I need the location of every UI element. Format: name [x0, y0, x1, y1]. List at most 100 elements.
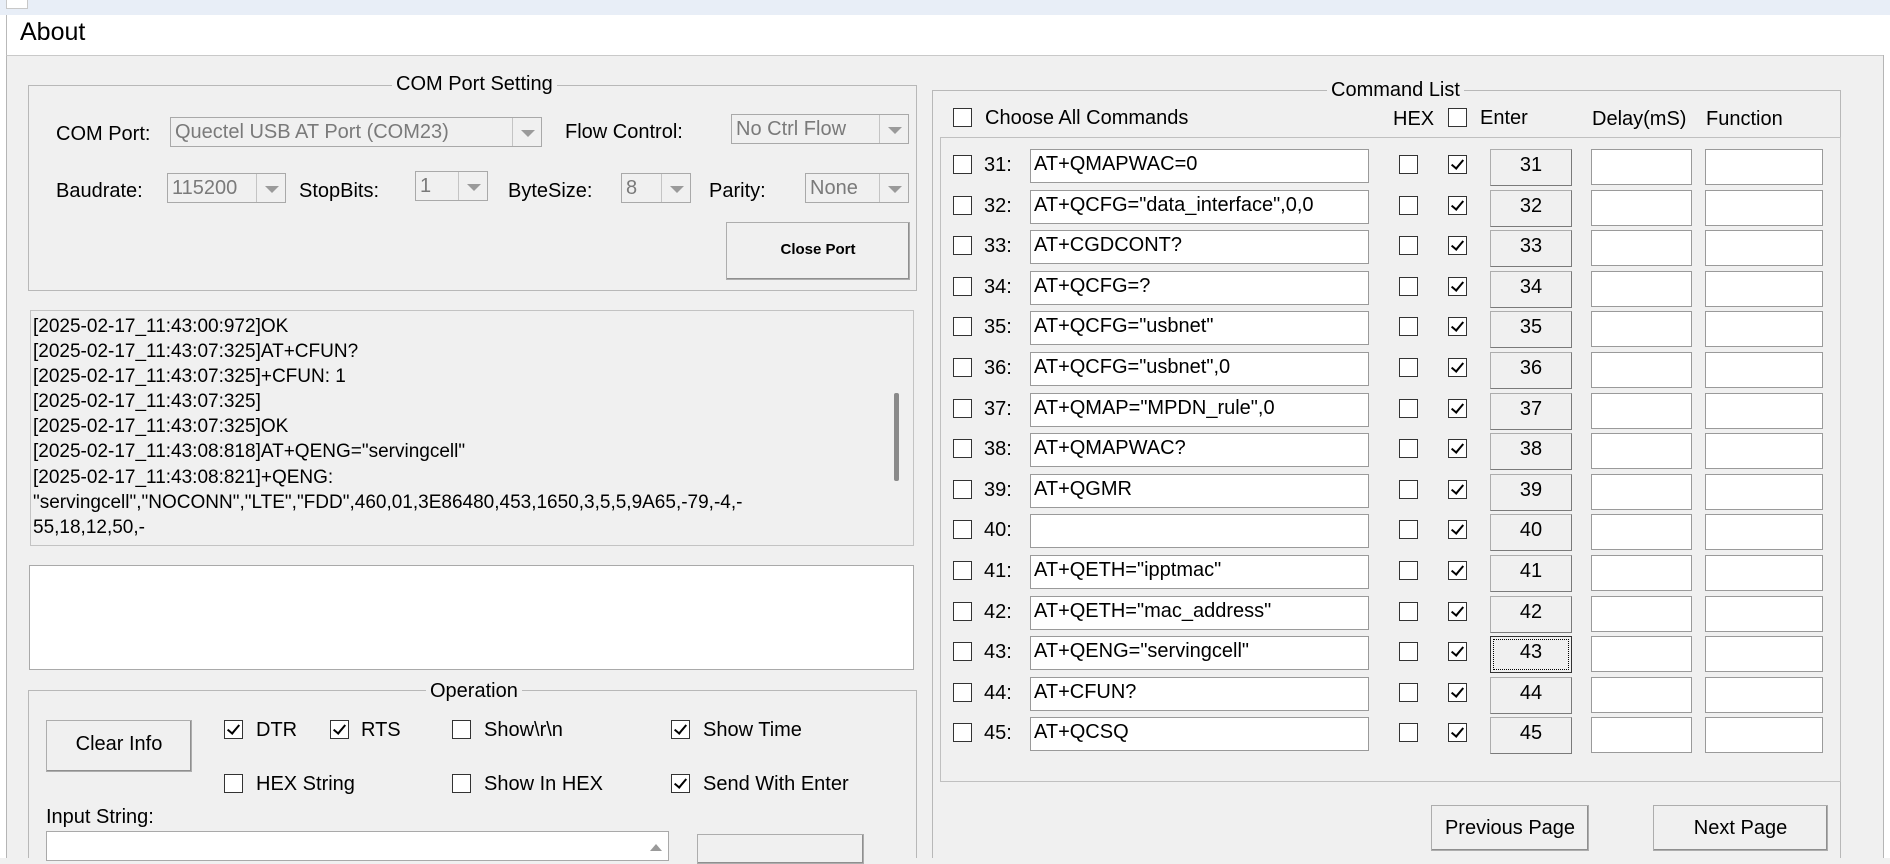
log-scrollbar[interactable]: [879, 311, 913, 545]
enter-checkbox[interactable]: [1448, 155, 1467, 174]
close-port-button[interactable]: Close Port: [726, 222, 910, 280]
function-input[interactable]: [1705, 190, 1823, 226]
command-select-checkbox[interactable]: [953, 155, 972, 174]
command-input[interactable]: AT+QCFG="usbnet": [1030, 311, 1369, 345]
hex-checkbox[interactable]: [1399, 602, 1418, 621]
delay-input[interactable]: [1591, 352, 1692, 388]
hex-checkbox[interactable]: [1399, 439, 1418, 458]
com-port-select[interactable]: Quectel USB AT Port (COM23): [170, 117, 542, 147]
command-select-checkbox[interactable]: [953, 236, 972, 255]
command-input[interactable]: AT+QMAPWAC=0: [1030, 149, 1369, 183]
chevron-down-icon[interactable]: [661, 174, 690, 202]
send-command-button[interactable]: 34: [1490, 271, 1572, 308]
chevron-down-icon[interactable]: [458, 172, 487, 200]
baudrate-select[interactable]: 115200: [167, 173, 286, 203]
hex-checkbox[interactable]: [1399, 155, 1418, 174]
enter-checkbox[interactable]: [1448, 317, 1467, 336]
command-select-checkbox[interactable]: [953, 723, 972, 742]
hex-checkbox[interactable]: [1399, 196, 1418, 215]
function-input[interactable]: [1705, 514, 1823, 550]
chevron-down-icon[interactable]: [256, 174, 285, 202]
input-string-field[interactable]: [46, 831, 669, 861]
hex-checkbox[interactable]: [1399, 683, 1418, 702]
choose-all-checkbox[interactable]: [953, 108, 972, 127]
command-select-checkbox[interactable]: [953, 358, 972, 377]
command-select-checkbox[interactable]: [953, 602, 972, 621]
delay-input[interactable]: [1591, 393, 1692, 429]
parity-select[interactable]: None: [805, 173, 909, 203]
command-select-checkbox[interactable]: [953, 399, 972, 418]
command-select-checkbox[interactable]: [953, 317, 972, 336]
command-input[interactable]: AT+QENG="servingcell": [1030, 636, 1369, 670]
enter-checkbox[interactable]: [1448, 561, 1467, 580]
log-scrollbar-thumb[interactable]: [894, 393, 899, 481]
enter-checkbox[interactable]: [1448, 399, 1467, 418]
delay-input[interactable]: [1591, 514, 1692, 550]
next-page-button[interactable]: Next Page: [1653, 805, 1828, 851]
command-select-checkbox[interactable]: [953, 277, 972, 296]
function-input[interactable]: [1705, 677, 1823, 713]
function-input[interactable]: [1705, 555, 1823, 591]
send-command-button[interactable]: 40: [1490, 514, 1572, 551]
command-input[interactable]: AT+QETH="ipptmac": [1030, 555, 1369, 589]
enter-checkbox[interactable]: [1448, 277, 1467, 296]
flow-control-select[interactable]: No Ctrl Flow: [731, 114, 909, 144]
log-output[interactable]: [2025-02-17_11:43:00:972]OK [2025-02-17_…: [30, 310, 914, 546]
send-command-button[interactable]: 31: [1490, 149, 1572, 186]
delay-input[interactable]: [1591, 677, 1692, 713]
hex-checkbox[interactable]: [1399, 358, 1418, 377]
delay-input[interactable]: [1591, 271, 1692, 307]
hex-checkbox[interactable]: [1399, 236, 1418, 255]
function-input[interactable]: [1705, 474, 1823, 510]
enter-checkbox[interactable]: [1448, 602, 1467, 621]
command-select-checkbox[interactable]: [953, 561, 972, 580]
function-input[interactable]: [1705, 149, 1823, 185]
function-input[interactable]: [1705, 596, 1823, 632]
hex-checkbox[interactable]: [1399, 277, 1418, 296]
show-in-hex-checkbox[interactable]: [452, 774, 471, 793]
command-input[interactable]: AT+QETH="mac_address": [1030, 596, 1369, 630]
hex-checkbox[interactable]: [1399, 723, 1418, 742]
command-input[interactable]: AT+QCFG="usbnet",0: [1030, 352, 1369, 386]
function-input[interactable]: [1705, 230, 1823, 266]
hex-checkbox[interactable]: [1399, 520, 1418, 539]
function-input[interactable]: [1705, 717, 1823, 753]
bytesize-select[interactable]: 8: [621, 173, 691, 203]
chevron-down-icon[interactable]: [512, 118, 541, 146]
send-command-button[interactable]: 45: [1490, 717, 1572, 754]
command-select-checkbox[interactable]: [953, 683, 972, 702]
delay-input[interactable]: [1591, 474, 1692, 510]
send-text-area[interactable]: [29, 565, 914, 670]
function-input[interactable]: [1705, 636, 1823, 672]
delay-input[interactable]: [1591, 149, 1692, 185]
function-input[interactable]: [1705, 393, 1823, 429]
command-input[interactable]: AT+QCFG=?: [1030, 271, 1369, 305]
command-select-checkbox[interactable]: [953, 439, 972, 458]
enter-checkbox[interactable]: [1448, 683, 1467, 702]
send-command-button[interactable]: 44: [1490, 677, 1572, 714]
enter-checkbox[interactable]: [1448, 480, 1467, 499]
delay-input[interactable]: [1591, 717, 1692, 753]
show-time-checkbox[interactable]: [671, 720, 690, 739]
chevron-down-icon[interactable]: [879, 174, 908, 202]
hex-checkbox[interactable]: [1399, 399, 1418, 418]
delay-input[interactable]: [1591, 636, 1692, 672]
command-select-checkbox[interactable]: [953, 520, 972, 539]
enter-checkbox[interactable]: [1448, 358, 1467, 377]
dtr-checkbox[interactable]: [224, 720, 243, 739]
command-input[interactable]: AT+QMAPWAC?: [1030, 433, 1369, 467]
send-button[interactable]: [697, 834, 864, 864]
command-select-checkbox[interactable]: [953, 196, 972, 215]
command-input[interactable]: AT+QGMR: [1030, 474, 1369, 508]
rts-checkbox[interactable]: [330, 720, 349, 739]
send-command-button[interactable]: 37: [1490, 393, 1572, 430]
delay-input[interactable]: [1591, 433, 1692, 469]
delay-input[interactable]: [1591, 230, 1692, 266]
enter-all-checkbox[interactable]: [1448, 108, 1467, 127]
command-input[interactable]: AT+QMAP="MPDN_rule",0: [1030, 393, 1369, 427]
command-input[interactable]: AT+QCSQ: [1030, 717, 1369, 751]
hex-string-checkbox[interactable]: [224, 774, 243, 793]
clear-info-button[interactable]: Clear Info: [46, 720, 192, 772]
command-input[interactable]: AT+QCFG="data_interface",0,0: [1030, 190, 1369, 224]
send-with-enter-checkbox[interactable]: [671, 774, 690, 793]
